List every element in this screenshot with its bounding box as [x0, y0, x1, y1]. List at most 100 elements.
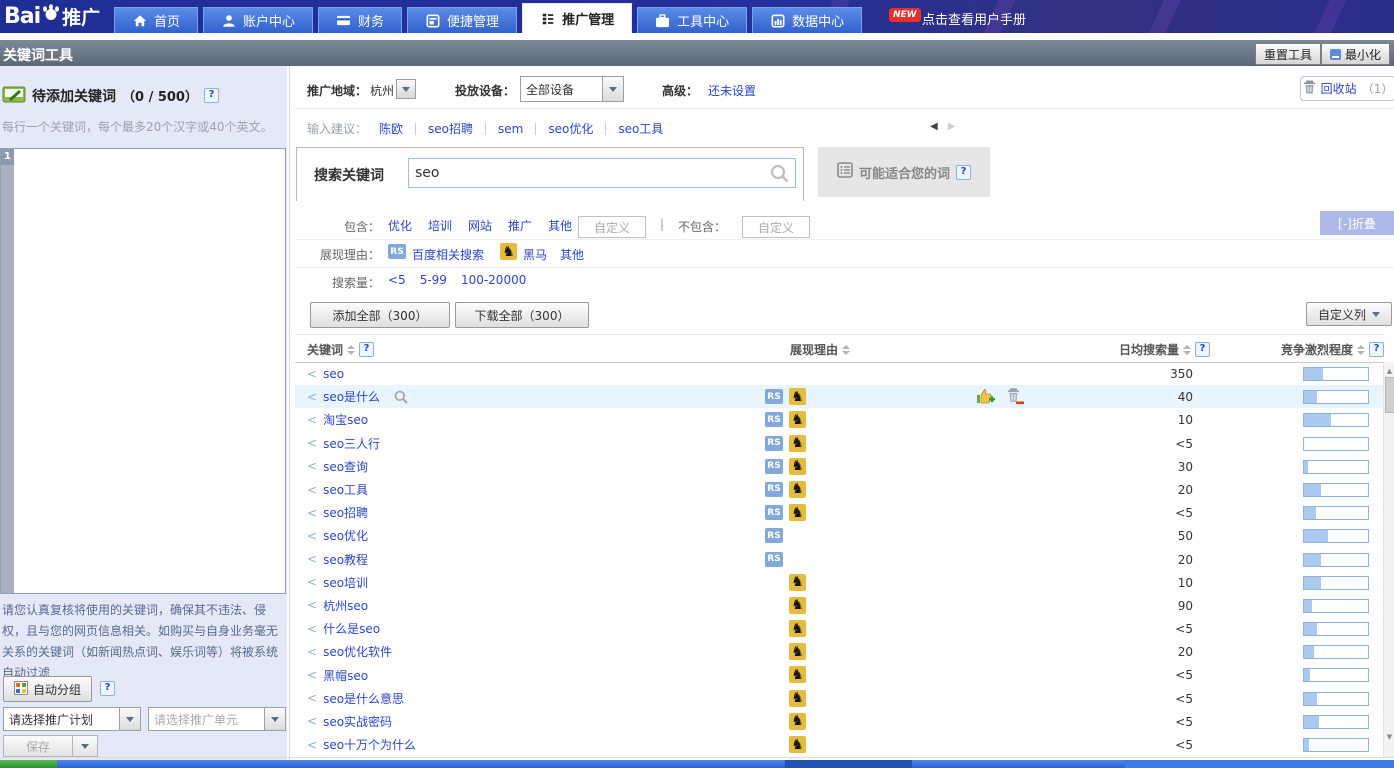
table-row[interactable]: <淘宝seoRS♞10 [295, 408, 1384, 431]
keyword-link[interactable]: seo [323, 367, 344, 381]
keyword-link[interactable]: seo优化 [323, 527, 368, 544]
advanced-link[interactable]: 还未设置 [708, 82, 756, 99]
include-option-link[interactable]: 其他 [548, 217, 572, 234]
header-help-icon[interactable]: ? [1195, 342, 1210, 357]
save-dropdown-arrow[interactable] [73, 735, 98, 757]
search-input[interactable] [409, 164, 770, 182]
magnifier-icon[interactable] [394, 390, 408, 404]
save-button[interactable]: 保存 [3, 735, 73, 757]
delete-keyword-icon[interactable] [1006, 388, 1024, 408]
reason-rs-link[interactable]: 百度相关搜索 [412, 246, 484, 263]
nav-tab-briefcase[interactable]: 工具中心 [637, 7, 747, 33]
unit-select-arrow[interactable] [264, 708, 285, 730]
keyword-link[interactable]: 什么是seo [323, 620, 380, 637]
keyword-link[interactable]: seo优化软件 [323, 643, 392, 660]
alt-tab-help-icon[interactable]: ? [956, 165, 971, 180]
table-scrollbar[interactable]: ▲ ▼ [1383, 362, 1394, 757]
include-option-link[interactable]: 优化 [388, 217, 412, 234]
help-icon[interactable]: ? [204, 88, 219, 103]
taskbar-task-sliver[interactable] [785, 760, 912, 768]
suggestion-link[interactable]: sem [498, 122, 523, 136]
table-row[interactable]: <seo三人行RS♞<5 [295, 432, 1384, 455]
table-row[interactable]: <seo工具RS♞20 [295, 478, 1384, 501]
table-row[interactable]: <seo十万个为什么♞<5 [295, 733, 1384, 756]
custom-columns-button[interactable]: 自定义列 [1306, 302, 1392, 326]
keyword-link[interactable]: seo培训 [323, 574, 368, 591]
keyword-link[interactable]: seo工具 [323, 481, 368, 498]
reason-other-link[interactable]: 其他 [560, 246, 584, 263]
table-row[interactable]: <seo是什么意思♞<5 [295, 687, 1384, 710]
nav-tab-home[interactable]: 首页 [114, 7, 198, 33]
device-select-arrow[interactable] [602, 77, 623, 101]
start-button-sliver[interactable] [0, 760, 57, 768]
tab-suitable-words[interactable]: 可能适合您的词 ? [818, 147, 990, 197]
collapse-button[interactable]: [-]折叠 [1320, 211, 1394, 235]
keyword-link[interactable]: 黑帽seo [323, 667, 368, 684]
nav-tab-list[interactable]: 推广管理 [522, 3, 632, 33]
auto-group-help-icon[interactable]: ? [100, 681, 115, 696]
suggestion-link[interactable]: 陈欧 [379, 120, 403, 137]
unit-select[interactable]: 请选择推广单元 [148, 707, 286, 731]
download-all-button[interactable]: 下载全部（300） [455, 302, 589, 328]
header-volume[interactable]: 日均搜索量 ? [1040, 341, 1210, 358]
exclude-custom-button[interactable]: 自定义 [742, 216, 810, 238]
include-option-link[interactable]: 培训 [428, 217, 452, 234]
scrollbar-thumb[interactable] [1385, 377, 1394, 413]
table-row[interactable]: <seo优化软件♞20 [295, 640, 1384, 663]
keyword-input[interactable] [14, 149, 285, 593]
reason-horse-link[interactable]: 黑马 [523, 246, 547, 263]
keyword-link[interactable]: seo查询 [323, 458, 368, 475]
suggestion-link[interactable]: seo工具 [618, 120, 663, 137]
keyword-link[interactable]: seo是什么意思 [323, 690, 404, 707]
table-row[interactable]: <什么是seo♞<5 [295, 617, 1384, 640]
sort-icon[interactable] [347, 345, 355, 355]
table-row[interactable]: <黑帽seo♞<5 [295, 663, 1384, 686]
include-custom-button[interactable]: 自定义 [578, 216, 646, 238]
baidu-logo[interactable]: Bai 推广 [4, 2, 100, 31]
table-row[interactable]: <seo实战密码♞<5 [295, 710, 1384, 733]
minimize-button[interactable]: 最小化 [1321, 43, 1390, 65]
nav-tab-card[interactable]: 财务 [318, 7, 402, 33]
device-select[interactable]: 全部设备 [520, 76, 624, 102]
include-option-link[interactable]: 网站 [468, 217, 492, 234]
header-help-icon[interactable]: ? [359, 342, 374, 357]
keyword-link[interactable]: 淘宝seo [323, 411, 368, 428]
table-row[interactable]: <seo350 [295, 362, 1384, 385]
table-row[interactable]: <seo培训♞10 [295, 571, 1384, 594]
suggestion-link[interactable]: seo招聘 [428, 120, 473, 137]
sort-icon[interactable] [1357, 345, 1365, 355]
scroll-up-icon[interactable]: ▲ [1384, 364, 1394, 377]
manual-link[interactable]: 点击查看用户手册 [922, 9, 1026, 28]
volume-option-link[interactable]: <5 [388, 273, 406, 287]
nav-tab-user[interactable]: 账户中心 [203, 7, 313, 33]
include-option-link[interactable]: 推广 [508, 217, 532, 234]
nav-tab-window[interactable]: 便捷管理 [407, 7, 517, 33]
recycle-bin-button[interactable]: 回收站 （1） [1300, 76, 1394, 101]
nav-tab-chart[interactable]: 数据中心 [752, 7, 862, 33]
table-row[interactable]: <seo招聘RS♞<5 [295, 501, 1384, 524]
sort-icon[interactable] [842, 345, 850, 355]
table-row[interactable]: <seo是什么RS♞40 [295, 385, 1384, 408]
keyword-link[interactable]: 杭州seo [323, 597, 368, 614]
keyword-link[interactable]: seo三人行 [323, 435, 380, 452]
reset-tool-button[interactable]: 重置工具 [1255, 43, 1321, 65]
keyword-link[interactable]: seo教程 [323, 551, 368, 568]
region-dropdown-button[interactable] [396, 79, 416, 99]
header-keyword[interactable]: 关键词 ? [307, 341, 374, 358]
suggestion-link[interactable]: seo优化 [548, 120, 593, 137]
header-help-icon[interactable]: ? [1369, 342, 1384, 357]
header-reason[interactable]: 展现理由 [790, 341, 852, 358]
table-row[interactable]: <杭州seo♞90 [295, 594, 1384, 617]
plan-select-arrow[interactable] [119, 708, 140, 730]
add-all-button[interactable]: 添加全部（300） [310, 302, 450, 328]
scroll-down-icon[interactable]: ▼ [1384, 730, 1394, 743]
auto-group-button[interactable]: 自动分组 [3, 676, 92, 702]
keyword-link[interactable]: seo十万个为什么 [323, 736, 416, 753]
next-arrow-icon[interactable]: ▶ [948, 121, 956, 132]
plan-select[interactable]: 请选择推广计划 [3, 707, 141, 731]
table-row[interactable]: <seo查询RS♞30 [295, 455, 1384, 478]
table-row[interactable]: <seo优化RS50 [295, 524, 1384, 547]
keyword-link[interactable]: seo是什么 [323, 388, 380, 405]
table-row[interactable]: <seo教程RS20 [295, 548, 1384, 571]
volume-option-link[interactable]: 100-20000 [461, 273, 526, 287]
